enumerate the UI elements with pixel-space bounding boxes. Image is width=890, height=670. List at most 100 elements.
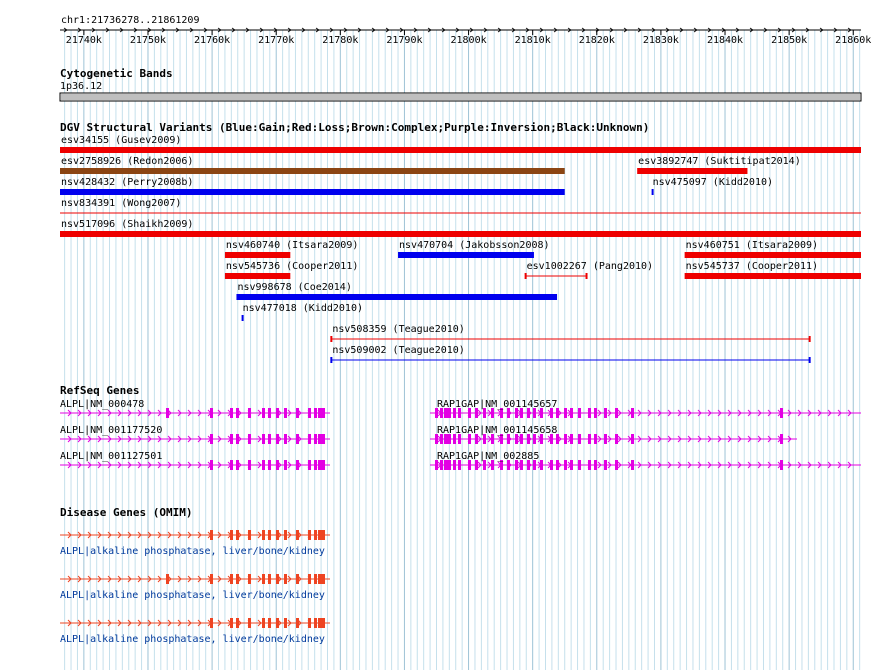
omim-gene-exon: [248, 574, 251, 584]
refseq-gene-exon: [570, 460, 573, 470]
variant-bar: [241, 315, 244, 321]
omim-gene-exon: [230, 618, 233, 628]
omim-gene-label[interactable]: ALPL|alkaline phosphatase, liver/bone/ki…: [60, 590, 325, 601]
omim-gene-exon: [284, 530, 287, 540]
variant-label[interactable]: nsv517096 (Shaikh2009): [61, 219, 193, 230]
omim-gene-exon: [236, 530, 239, 540]
variant-bar: [60, 231, 861, 237]
refseq-gene-exon: [236, 408, 239, 418]
ruler-tick-label: 21820k: [578, 35, 615, 46]
omim-gene-exon: [308, 530, 311, 540]
variant-label[interactable]: nsv509002 (Teague2010): [332, 345, 464, 356]
variant-label[interactable]: nsv545736 (Cooper2011): [226, 261, 358, 272]
omim-gene-exon: [236, 618, 239, 628]
refseq-gene-exon: [578, 434, 581, 444]
ruler-tick-label: 21770k: [258, 35, 295, 46]
refseq-gene-exon: [284, 434, 287, 444]
variant-bar: [60, 147, 861, 153]
variant-label[interactable]: nsv998678 (Coe2014): [237, 282, 351, 293]
variant-bar: [60, 189, 565, 195]
variant-label[interactable]: esv1002267 (Pang2010): [527, 261, 653, 272]
refseq-gene-exon: [318, 434, 325, 444]
variant-label[interactable]: esv3892747 (Suktitipat2014): [638, 156, 801, 167]
refseq-gene-exon: [276, 408, 279, 418]
refseq-gene-label[interactable]: RAP1GAP|NM_002885: [437, 451, 539, 462]
variant-label[interactable]: nsv834391 (Wong2007): [61, 198, 181, 209]
refseq-gene-label[interactable]: RAP1GAP|NM_001145658: [437, 425, 557, 436]
refseq-gene-exon: [210, 408, 213, 418]
variant-label[interactable]: nsv460751 (Itsara2009): [686, 240, 818, 251]
ruler-tick-label: 21740k: [65, 35, 102, 46]
variant-bar: [684, 273, 861, 279]
ruler-tick-label: 21750k: [129, 35, 167, 46]
refseq-gene-exon: [230, 434, 233, 444]
refseq-gene-exon: [308, 460, 311, 470]
refseq-gene-exon: [588, 408, 591, 418]
omim-gene-label[interactable]: ALPL|alkaline phosphatase, liver/bone/ki…: [60, 546, 325, 557]
refseq-gene-exon: [296, 460, 299, 470]
variant-label[interactable]: nsv470704 (Jakobsson2008): [399, 240, 550, 251]
refseq-gene-exon: [230, 460, 233, 470]
refseq-gene-exon: [594, 408, 597, 418]
refseq-gene-label[interactable]: ALPL|NM_001127501: [60, 451, 162, 462]
omim-gene-exon: [210, 530, 213, 540]
refseq-gene-exon: [276, 460, 279, 470]
refseq-gene-label[interactable]: RAP1GAP|NM_001145657: [437, 399, 557, 410]
variant-label[interactable]: esv34155 (Gusev2009): [61, 135, 181, 146]
refseq-gene-exon: [210, 460, 213, 470]
refseq-gene-exon: [248, 408, 251, 418]
variant-label[interactable]: esv2758926 (Redon2006): [61, 156, 193, 167]
refseq-gene-exon: [594, 460, 597, 470]
feature-tracks: [59, 92, 862, 628]
refseq-gene-exon: [615, 434, 618, 444]
refseq-gene-exon: [564, 434, 567, 444]
omim-gene-exon: [262, 530, 265, 540]
variant-label[interactable]: nsv545737 (Cooper2011): [686, 261, 818, 272]
variant-label[interactable]: nsv428432 (Perry2008b): [61, 177, 193, 188]
refseq-gene-exon: [210, 434, 213, 444]
ruler-tick-label: 21780k: [322, 35, 359, 46]
refseq-gene-exon: [308, 408, 311, 418]
refseq-gene-label[interactable]: ALPL|NM_000478: [60, 399, 144, 410]
variant-label[interactable]: nsv477018 (Kidd2010): [243, 303, 363, 314]
omim-gene-exon: [296, 574, 299, 584]
refseq-gene-label[interactable]: ALPL|NM_001177520: [60, 425, 162, 436]
genome-browser-view: chr1:21736278..21861209 Cytogenetic Band…: [0, 0, 890, 670]
refseq-gene-exon: [631, 460, 634, 470]
refseq-gene-exon: [780, 460, 783, 470]
omim-gene-exon: [268, 574, 271, 584]
refseq-gene-exon: [556, 460, 559, 470]
refseq-gene-exon: [268, 408, 271, 418]
omim-gene-exon: [276, 530, 279, 540]
variant-label[interactable]: nsv475097 (Kidd2010): [653, 177, 773, 188]
omim-gene-exon: [210, 618, 213, 628]
refseq-gene-exon: [262, 460, 265, 470]
refseq-gene-exon: [564, 408, 567, 418]
refseq-gene-exon: [284, 460, 287, 470]
refseq-gene-exon: [318, 408, 325, 418]
omim-gene-exon: [248, 618, 251, 628]
variant-bar: [398, 252, 534, 258]
omim-gene-exon: [236, 574, 239, 584]
refseq-gene-exon: [604, 408, 607, 418]
refseq-gene-exon: [248, 460, 251, 470]
omim-gene-label[interactable]: ALPL|alkaline phosphatase, liver/bone/ki…: [60, 634, 325, 645]
omim-gene-exon: [308, 574, 311, 584]
ruler-tick-label: 21840k: [706, 35, 744, 46]
variant-bar: [651, 189, 654, 195]
refseq-gene-exon: [578, 408, 581, 418]
variant-bar: [224, 273, 291, 279]
omim-gene-exon: [318, 530, 325, 540]
variant-bar: [684, 252, 861, 258]
refseq-gene-exon: [550, 460, 553, 470]
omim-gene-exon: [314, 574, 317, 584]
omim-gene-exon: [296, 618, 299, 628]
variant-label[interactable]: nsv508359 (Teague2010): [332, 324, 464, 335]
refseq-gene-exon: [262, 434, 265, 444]
refseq-gene-exon: [588, 434, 591, 444]
variant-label[interactable]: nsv460740 (Itsara2009): [226, 240, 358, 251]
refseq-gene-exon: [604, 434, 607, 444]
omim-gene-exon: [318, 574, 325, 584]
ruler-tick-label: 21850k: [771, 35, 808, 46]
refseq-gene-exon: [284, 408, 287, 418]
